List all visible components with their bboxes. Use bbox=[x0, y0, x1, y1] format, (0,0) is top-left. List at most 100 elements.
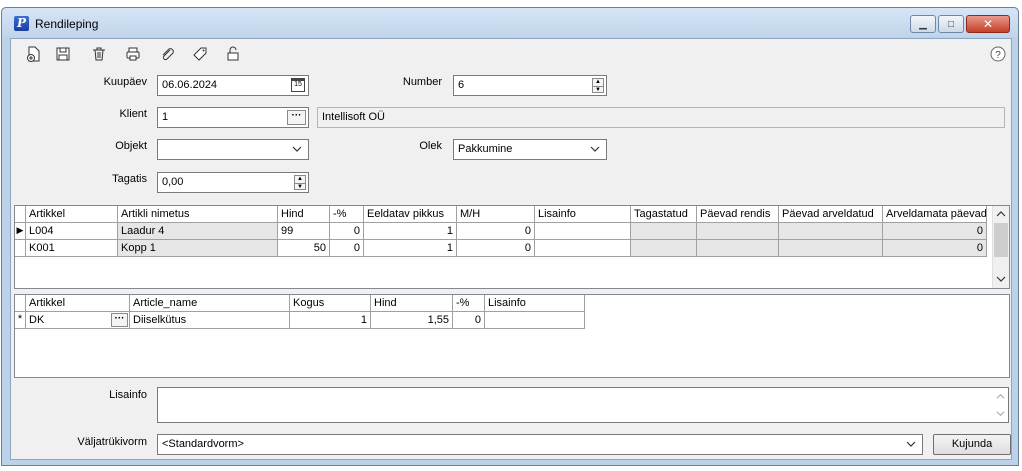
column-header[interactable]: Päevad arveldatud bbox=[779, 206, 883, 223]
chevron-up-icon[interactable] bbox=[996, 209, 1006, 219]
svg-text:?: ? bbox=[995, 50, 1001, 61]
kuupaev-value: 06.06.2024 bbox=[162, 79, 218, 91]
grid-cell[interactable]: 1 bbox=[290, 312, 371, 329]
grid-cell: 0 bbox=[883, 223, 987, 240]
grid-cell bbox=[631, 240, 697, 257]
column-header[interactable]: Tagastatud bbox=[631, 206, 697, 223]
grid-cell[interactable]: 0 bbox=[330, 240, 364, 257]
scrollbar-thumb[interactable] bbox=[994, 223, 1008, 257]
app-logo-icon: P bbox=[14, 16, 29, 31]
row-header[interactable] bbox=[15, 240, 26, 257]
tagatis-field[interactable]: 0,00 ▲ ▼ bbox=[157, 172, 309, 193]
help-icon[interactable]: ? bbox=[988, 44, 1008, 64]
column-header[interactable]: -% bbox=[453, 295, 485, 312]
klient-name-value: Intellisoft OÜ bbox=[322, 111, 385, 123]
klient-lookup-button[interactable]: ··· bbox=[287, 110, 306, 125]
tagatis-spinner[interactable]: ▲ ▼ bbox=[294, 175, 306, 190]
grid-cell bbox=[697, 223, 779, 240]
kuupaev-field[interactable]: 06.06.2024 15 bbox=[157, 75, 309, 96]
olek-select[interactable]: Pakkumine bbox=[453, 139, 607, 160]
chevron-down-icon[interactable] bbox=[906, 439, 916, 449]
chevron-down-icon[interactable] bbox=[996, 274, 1006, 284]
grid-cell[interactable]: 1,55 bbox=[371, 312, 453, 329]
grid-cell[interactable] bbox=[485, 312, 585, 329]
column-header[interactable]: Lisainfo bbox=[535, 206, 631, 223]
objekt-label: Objekt bbox=[115, 140, 147, 152]
chevron-down-icon[interactable] bbox=[292, 144, 302, 154]
new-row-marker-icon[interactable]: * bbox=[15, 312, 26, 329]
chevron-down-icon[interactable] bbox=[590, 144, 600, 154]
tagatis-value: 0,00 bbox=[162, 176, 184, 188]
number-label: Number bbox=[402, 76, 442, 88]
maximize-button[interactable]: □ bbox=[938, 15, 964, 33]
grid-cell[interactable]: DK ··· bbox=[26, 312, 130, 329]
column-header[interactable]: Article_name bbox=[130, 295, 290, 312]
number-field[interactable]: 6 ▲ ▼ bbox=[453, 75, 607, 96]
column-header[interactable]: Lisainfo bbox=[485, 295, 585, 312]
column-header[interactable]: Eeldatav pikkus bbox=[364, 206, 457, 223]
column-header[interactable]: Hind bbox=[371, 295, 453, 312]
grid-cell[interactable]: 0 bbox=[330, 223, 364, 240]
vertical-scrollbar[interactable] bbox=[992, 206, 1009, 288]
chevron-up-icon[interactable]: ▲ bbox=[593, 79, 603, 86]
valjatrukivorm-value: <Standardvorm> bbox=[162, 438, 244, 450]
olek-label: Olek bbox=[419, 140, 442, 152]
lisainfo-textarea[interactable] bbox=[157, 387, 1009, 423]
attach-icon[interactable] bbox=[157, 44, 177, 64]
grid-cell[interactable]: 1 bbox=[364, 240, 457, 257]
column-header[interactable]: -% bbox=[330, 206, 364, 223]
column-header[interactable]: M/H bbox=[457, 206, 535, 223]
delete-icon[interactable] bbox=[89, 44, 109, 64]
chevron-up-icon[interactable]: ▲ bbox=[295, 176, 305, 183]
objekt-select[interactable] bbox=[157, 139, 309, 160]
grid-cell bbox=[631, 223, 697, 240]
grid-cell[interactable]: 99 bbox=[278, 223, 330, 240]
kuupaev-label: Kuupäev bbox=[103, 76, 147, 88]
valjatrukivorm-select[interactable]: <Standardvorm> bbox=[157, 434, 923, 455]
current-row-indicator-icon[interactable]: ▶ bbox=[15, 223, 26, 240]
minimize-button[interactable]: ▁ bbox=[910, 15, 936, 33]
grid-cell[interactable]: 50 bbox=[278, 240, 330, 257]
klient-field[interactable]: 1 ··· bbox=[157, 107, 309, 128]
column-header[interactable]: Artikkel bbox=[26, 295, 130, 312]
chevron-down-icon[interactable] bbox=[996, 409, 1005, 418]
grid-corner bbox=[15, 206, 26, 223]
grid-cell[interactable]: Diiselkütus bbox=[130, 312, 290, 329]
grid-cell[interactable] bbox=[535, 240, 631, 257]
consumables-grid[interactable]: Artikkel Article_name Kogus Hind -% Lisa… bbox=[14, 294, 1010, 378]
grid-cell[interactable]: K001 bbox=[26, 240, 118, 257]
olek-value: Pakkumine bbox=[458, 143, 513, 155]
new-document-icon[interactable] bbox=[24, 44, 44, 64]
grid-cell[interactable] bbox=[535, 223, 631, 240]
grid-cell[interactable]: L004 bbox=[26, 223, 118, 240]
close-button[interactable]: ✕ bbox=[966, 15, 1010, 33]
save-icon[interactable] bbox=[53, 44, 73, 64]
column-header[interactable]: Artikkel bbox=[26, 206, 118, 223]
calendar-icon[interactable]: 15 bbox=[291, 78, 305, 92]
artikkel-lookup-button[interactable]: ··· bbox=[111, 313, 128, 327]
form-client-area: ? Kuupäev 06.06.2024 15 Number 6 ▲ ▼ Klie… bbox=[10, 38, 1012, 460]
column-header[interactable]: Kogus bbox=[290, 295, 371, 312]
grid-cell[interactable]: 0 bbox=[453, 312, 485, 329]
chevron-down-icon[interactable]: ▼ bbox=[593, 86, 603, 94]
grid-cell[interactable]: 0 bbox=[457, 240, 535, 257]
kujunda-button[interactable]: Kujunda bbox=[933, 434, 1011, 455]
column-header[interactable]: Arveldamata päevad bbox=[883, 206, 987, 223]
grid-cell bbox=[779, 240, 883, 257]
rental-items-grid[interactable]: Artikkel Artikli nimetus Hind -% Eeldata… bbox=[14, 205, 1010, 289]
print-icon[interactable] bbox=[123, 44, 143, 64]
chevron-up-icon[interactable] bbox=[996, 392, 1005, 401]
lock-icon[interactable] bbox=[223, 44, 243, 64]
grid-cell bbox=[779, 223, 883, 240]
column-header[interactable]: Artikli nimetus bbox=[118, 206, 278, 223]
klient-label: Klient bbox=[119, 108, 147, 120]
tag-icon[interactable] bbox=[190, 44, 210, 64]
column-header[interactable]: Hind bbox=[278, 206, 330, 223]
window-title: Rendileping bbox=[35, 17, 99, 31]
grid-cell[interactable]: 0 bbox=[457, 223, 535, 240]
chevron-down-icon[interactable]: ▼ bbox=[295, 183, 305, 191]
grid-cell: Laadur 4 bbox=[118, 223, 278, 240]
column-header[interactable]: Päevad rendis bbox=[697, 206, 779, 223]
grid-cell[interactable]: 1 bbox=[364, 223, 457, 240]
number-spinner[interactable]: ▲ ▼ bbox=[592, 78, 604, 93]
